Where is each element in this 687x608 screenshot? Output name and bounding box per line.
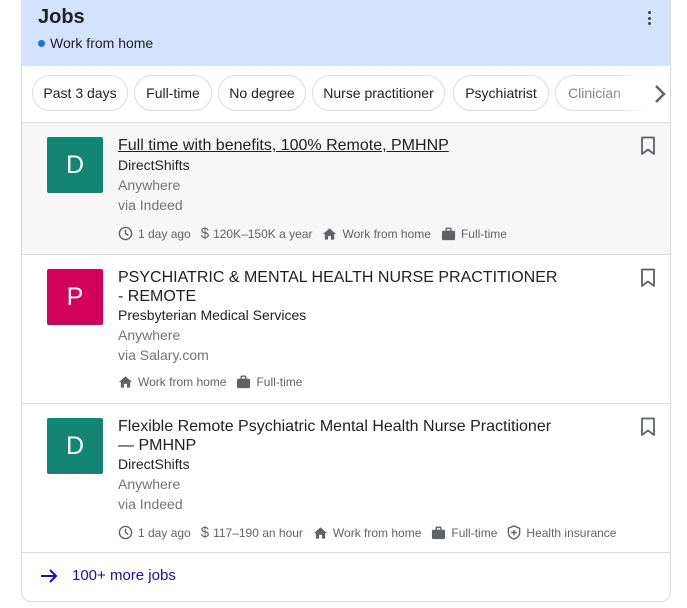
company-logo: D [47,418,103,474]
active-filter: Work from home [38,35,153,51]
home-icon [118,376,133,388]
job-title[interactable]: PSYCHIATRIC & MENTAL HEALTH NURSE PRACTI… [118,268,568,306]
more-jobs-label: 100+ more jobs [72,567,176,584]
briefcase-icon [432,525,446,539]
chip-past-3-days[interactable]: Past 3 days [32,75,128,111]
job-title-line-1: Flexible Remote Psychiatric Mental Healt… [118,418,552,435]
more-jobs-link[interactable]: 100+ more jobs [22,550,670,601]
company-name: DirectShifts [118,157,190,173]
type-meta: Full-time [431,526,497,540]
type-text: Full-time [460,226,507,241]
jobs-header: Jobs Work from home [22,0,670,66]
job-listing[interactable]: D Flexible Remote Psychiatric Mental Hea… [22,404,670,553]
remote-text: Work from home [332,525,422,540]
dollar-icon: $ [200,524,210,541]
job-title-line-2: — PMHNP [118,437,197,454]
remote-text: Work from home [138,375,227,389]
remote-meta: Work from home [322,226,431,241]
bookmark-icon[interactable] [640,268,656,288]
type-text: Full-time [256,375,303,389]
company-name: DirectShifts [118,456,190,472]
job-listing[interactable]: D Full time with benefits, 100% Remote, … [22,123,670,255]
clock-icon [118,226,133,241]
remote-meta: Work from home [118,375,226,389]
home-icon [323,227,337,240]
chip-psychiatrist[interactable]: Psychiatrist [453,75,549,111]
type-meta: Full-time [236,375,302,389]
logo-letter: P [66,282,84,311]
clock-icon [118,525,133,540]
chip-no-degree[interactable]: No degree [218,75,306,111]
job-meta: 1 day ago $ 120K–150K a year Work from h… [118,225,517,242]
chip-full-time[interactable]: Full-time [134,75,212,111]
shield-icon [508,525,521,540]
type-text: Full-time [451,525,498,540]
job-title[interactable]: Flexible Remote Psychiatric Mental Healt… [118,417,568,455]
logo-letter: D [65,150,85,179]
logo-letter: D [65,431,85,460]
chip-nurse-practitioner[interactable]: Nurse practitioner [312,75,445,111]
company-name: Presbyterian Medical Services [118,307,307,323]
briefcase-icon [237,375,251,389]
remote-meta: Work from home [313,526,421,540]
active-filter-label: Work from home [50,35,154,51]
dollar-icon: $ [200,225,210,242]
job-source: via Indeed [118,197,183,213]
bookmark-icon[interactable] [640,417,656,437]
filter-chips: Past 3 days Full-time No degree Nurse pr… [22,66,670,123]
chevron-right-icon[interactable] [652,83,668,105]
filter-dot-icon [38,39,45,47]
salary-text: 117–190 an hour [213,525,303,540]
job-location: Anywhere [118,177,181,193]
job-source: via Salary.com [118,347,209,363]
job-title-line-1: PSYCHIATRIC & MENTAL HEALTH NURSE PRACTI… [118,269,558,286]
posted-text: 1 day ago [138,525,191,540]
posted-text: 1 day ago [138,226,191,241]
arrow-right-icon [41,568,58,583]
bookmark-icon[interactable] [640,136,656,156]
company-logo: D [47,137,103,193]
posted-meta: 1 day ago [118,525,191,540]
posted-meta: 1 day ago [118,226,191,241]
job-meta: Work from home Full-time [118,375,312,389]
job-listing[interactable]: P PSYCHIATRIC & MENTAL HEALTH NURSE PRAC… [22,255,670,404]
benefit-text: Health insurance [526,525,617,540]
briefcase-icon [441,226,456,240]
salary-meta: $ 120K–150K a year [201,225,313,242]
type-meta: Full-time [441,227,507,241]
benefit-meta: Health insurance [507,525,616,540]
job-title[interactable]: Full time with benefits, 100% Remote, PM… [118,136,568,155]
job-location: Anywhere [118,476,181,492]
salary-text: 120K–150K a year [213,226,313,241]
remote-text: Work from home [342,226,431,241]
more-options-icon[interactable] [642,10,656,26]
company-logo: P [47,269,103,325]
job-location: Anywhere [118,327,181,343]
jobs-card: Jobs Work from home Past 3 days Full-tim… [21,0,671,602]
home-icon [313,526,327,539]
salary-meta: $ 117–190 an hour [201,524,303,541]
job-meta: 1 day ago $ 117–190 an hour Work from ho… [118,524,626,541]
job-source: via Indeed [118,496,183,512]
job-title-line-2: - REMOTE [118,288,197,305]
jobs-title: Jobs [38,6,85,28]
